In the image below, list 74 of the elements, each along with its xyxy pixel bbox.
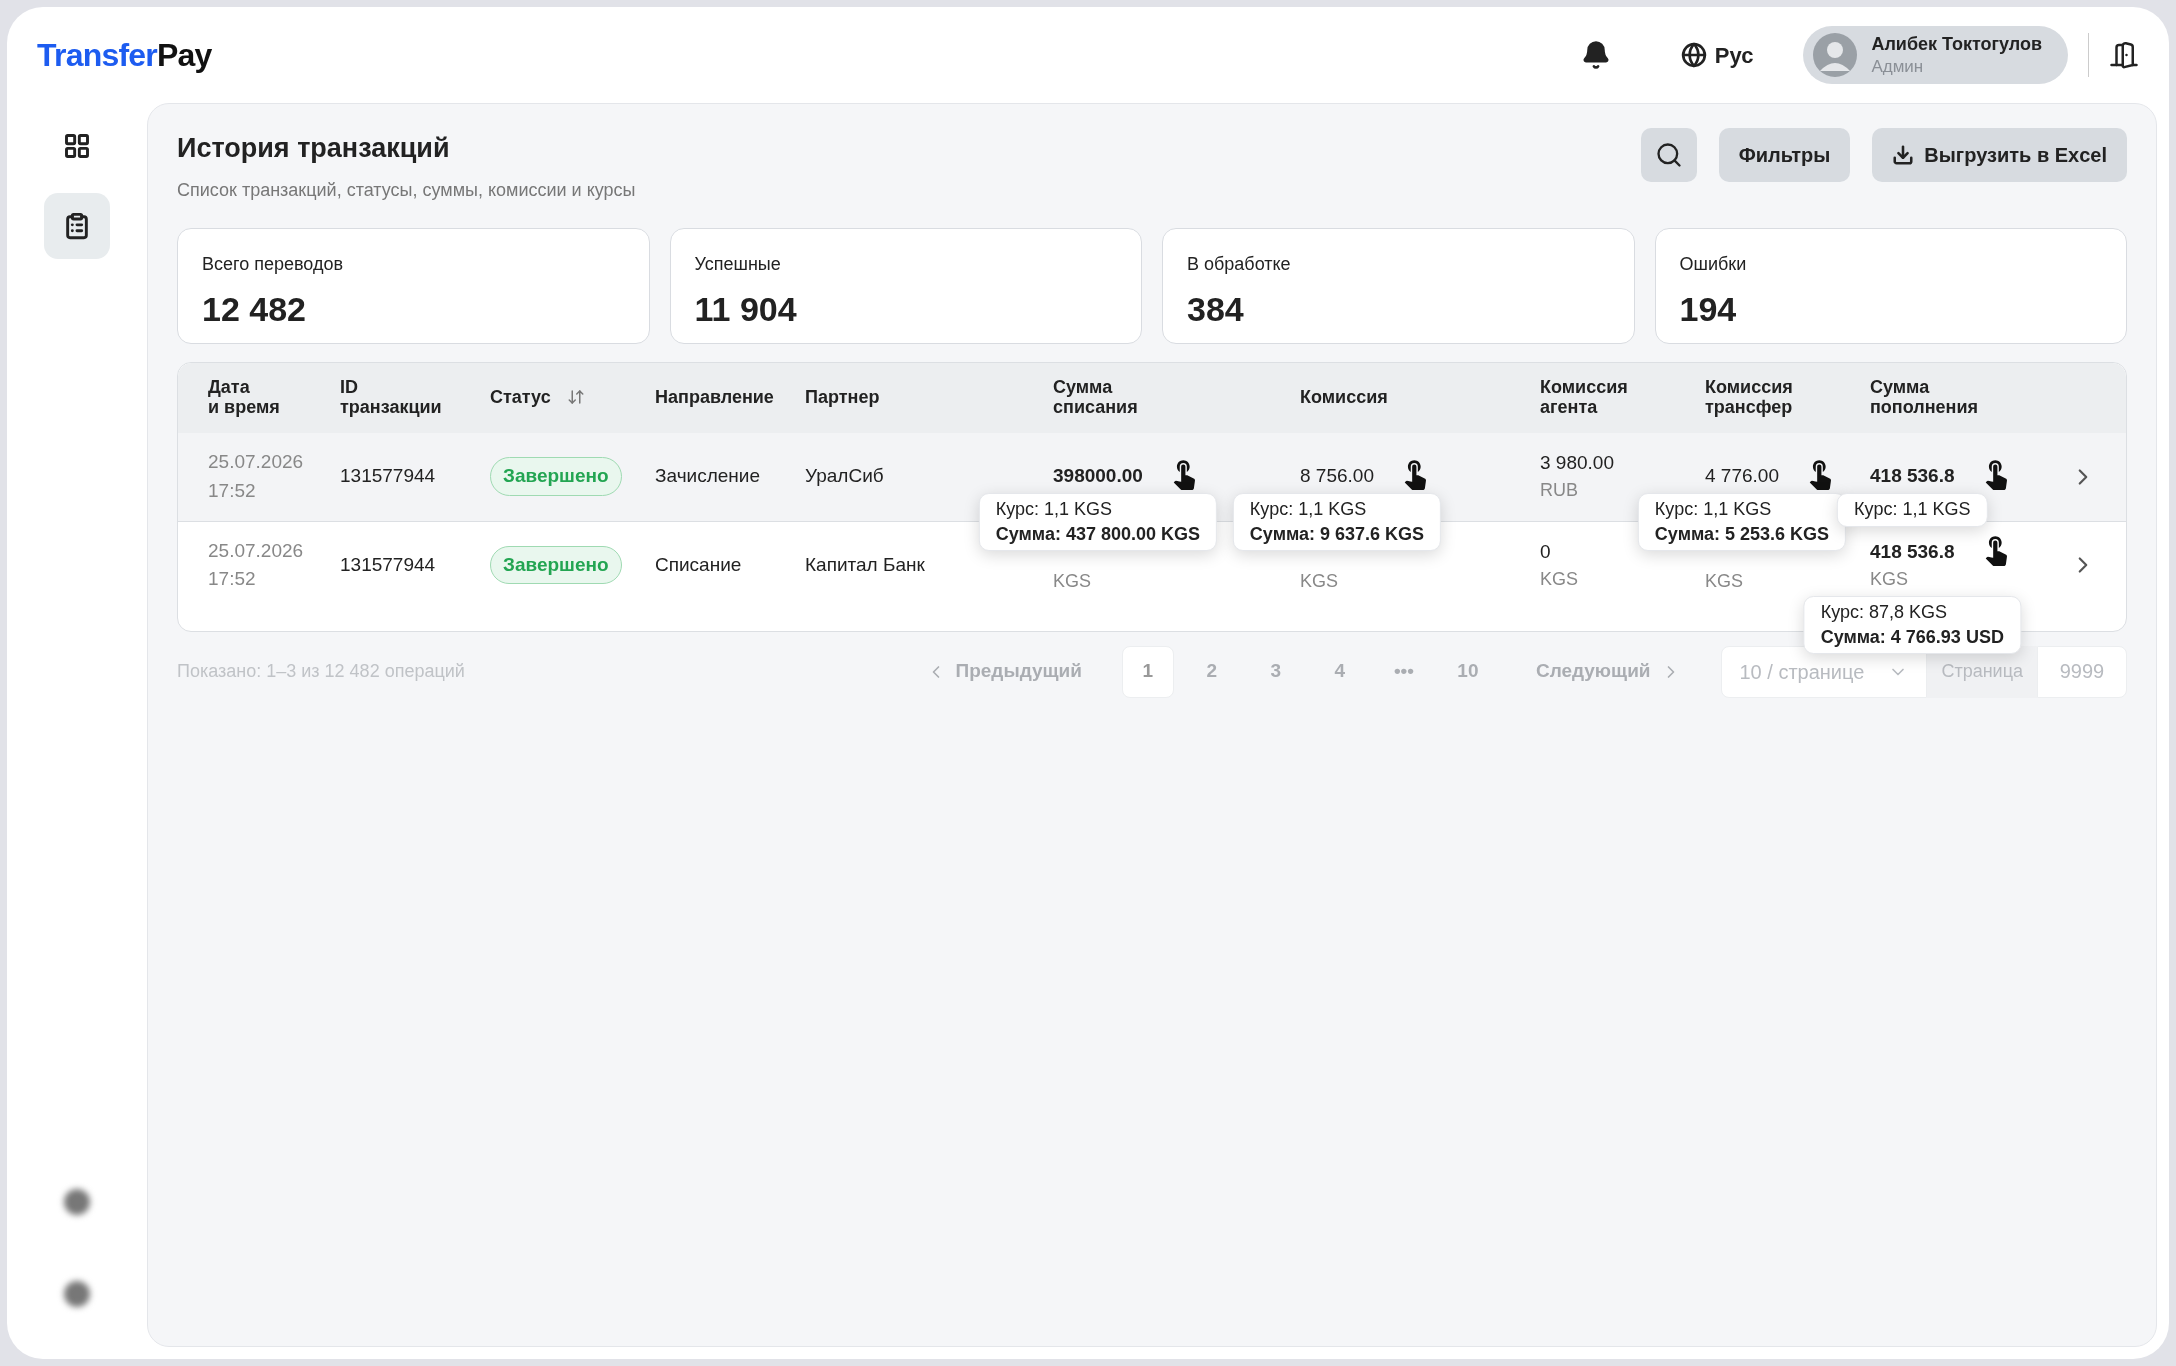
stat-value: 384: [1187, 288, 1245, 330]
previous-page-button[interactable]: Предыдущий: [925, 657, 1082, 686]
sum-text: Сумма: 437 800.00 KGS: [995, 523, 1201, 546]
currency-text: KGS: [1540, 567, 1578, 591]
amount-text: 3 980.00: [1540, 451, 1614, 476]
column-header: Дата и время: [208, 377, 280, 418]
partner-text: Капитал Банк: [805, 552, 925, 577]
filters-button[interactable]: Фильтры: [1718, 128, 1851, 182]
column-header: Сумма списания: [1053, 377, 1138, 418]
column-header: Сумма пополнения: [1870, 377, 1979, 418]
column-header: Комиссия: [1300, 387, 1388, 408]
sort-icon[interactable]: [566, 388, 585, 407]
export-excel-button[interactable]: Выгрузить в Excel: [1872, 128, 2127, 182]
rate-text: Курс: 1,1 KGS: [1249, 499, 1368, 521]
currency-text: RUB: [1540, 479, 1579, 502]
stat-value: 194: [1679, 288, 1738, 330]
stat-value: 11 904: [694, 288, 798, 330]
rate-text: Курс: 87,8 KGS: [1820, 602, 1948, 624]
stat-label: Успешные: [694, 252, 782, 276]
status-badge: Завершено: [490, 545, 622, 585]
page-title: История транзакций: [177, 132, 451, 165]
avatar-icon: [1813, 33, 1858, 77]
clipboard-icon: [63, 212, 91, 240]
transactions-nav-button[interactable]: [44, 193, 110, 259]
next-page-button[interactable]: Следующий: [1535, 657, 1681, 686]
amount-text: 418 536.8: [1870, 463, 1955, 488]
globe-icon: [1680, 42, 1707, 68]
rate-text: Курс: 1,1 KGS: [995, 499, 1114, 521]
amount-text: 8 756.00: [1300, 463, 1374, 488]
column-header: Партнер: [805, 387, 880, 408]
language-button[interactable]: Рус: [1680, 38, 1754, 72]
user-name: Алибек Токтогулов: [1871, 33, 2042, 56]
column-header: ID транзакции: [340, 377, 442, 418]
amount-text: 4 776.00: [1705, 463, 1779, 488]
sum-text: Сумма: 5 253.6 KGS: [1654, 523, 1830, 546]
date-text: 25.07.2026: [208, 450, 305, 474]
search-button[interactable]: [1640, 128, 1697, 182]
page-subtitle: Список транзакций, статусы, суммы, комиссии и курсы: [177, 178, 636, 202]
transaction-id: 131577944: [340, 552, 436, 577]
amount-text: 398000.00: [1053, 463, 1143, 488]
column-header: Направление: [655, 387, 774, 408]
logo-text: TransferPay: [37, 36, 212, 75]
column-header: Комиссия трансфер: [1705, 377, 1793, 418]
stat-label: В обработке: [1187, 252, 1292, 276]
status-badge: Завершено: [490, 457, 622, 496]
stat-value: 12 482: [202, 288, 307, 330]
logout-icon[interactable]: [2109, 40, 2139, 70]
transaction-id: 131577944: [340, 464, 436, 489]
sum-text: Сумма: 9 637.6 KGS: [1249, 523, 1425, 546]
amount-text: 0: [1540, 539, 1552, 564]
user-role: Админ: [1871, 55, 1925, 77]
goto-page-field[interactable]: 9999: [2037, 645, 2127, 698]
partner-text: УралСиб: [805, 464, 884, 489]
column-header: Комиссия агента: [1540, 377, 1628, 418]
direction-text: Списание: [655, 552, 742, 577]
currency-text: KGS: [1300, 569, 1338, 593]
date-text: 25.07.2026: [208, 538, 305, 563]
search-icon: [1654, 141, 1683, 169]
column-header: Статус: [490, 387, 551, 408]
time-text: 17:52: [208, 567, 257, 591]
rate-text: Курс: 1,1 KGS: [1854, 499, 1971, 521]
grid-icon: [63, 132, 91, 160]
rate-text: Курс: 1,1 KGS: [1654, 499, 1773, 521]
stat-label: Всего переводов: [202, 252, 345, 276]
download-icon: [1892, 144, 1915, 166]
currency-text: KGS: [1870, 567, 1909, 591]
page-button[interactable]: 1: [1121, 645, 1174, 698]
time-text: 17:52: [208, 478, 257, 503]
direction-text: Зачисление: [655, 464, 760, 489]
user-profile-pill[interactable]: Алибек Токтогулов Админ: [1803, 26, 2068, 84]
stat-label: Ошибки: [1679, 252, 1748, 276]
amount-text: 418 536.8: [1870, 539, 1955, 564]
currency-text: KGS: [1053, 569, 1091, 593]
currency-text: KGS: [1705, 569, 1743, 593]
